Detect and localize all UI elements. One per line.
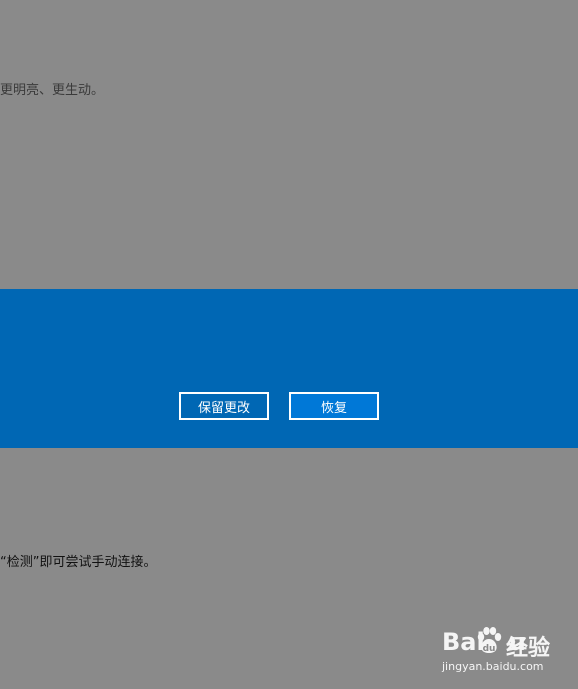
keep-changes-dialog: 保留更改 恢复 — [0, 289, 578, 448]
jingyan-brand-text: 经验 — [506, 636, 551, 661]
keep-changes-button[interactable]: 保留更改 — [179, 392, 269, 420]
baidu-jingyan-watermark: Bai u du 经验 jingyan.baidu.com — [442, 626, 574, 678]
baidu-paw-icon: du — [477, 627, 502, 654]
revert-button[interactable]: 恢复 — [289, 392, 379, 420]
detect-hint-text: “检测”即可尝试手动连接。 — [0, 555, 157, 570]
svg-text:du: du — [483, 644, 496, 654]
display-description-text: 更明亮、更生动。 — [0, 83, 105, 98]
watermark-url: jingyan.baidu.com — [442, 660, 544, 673]
